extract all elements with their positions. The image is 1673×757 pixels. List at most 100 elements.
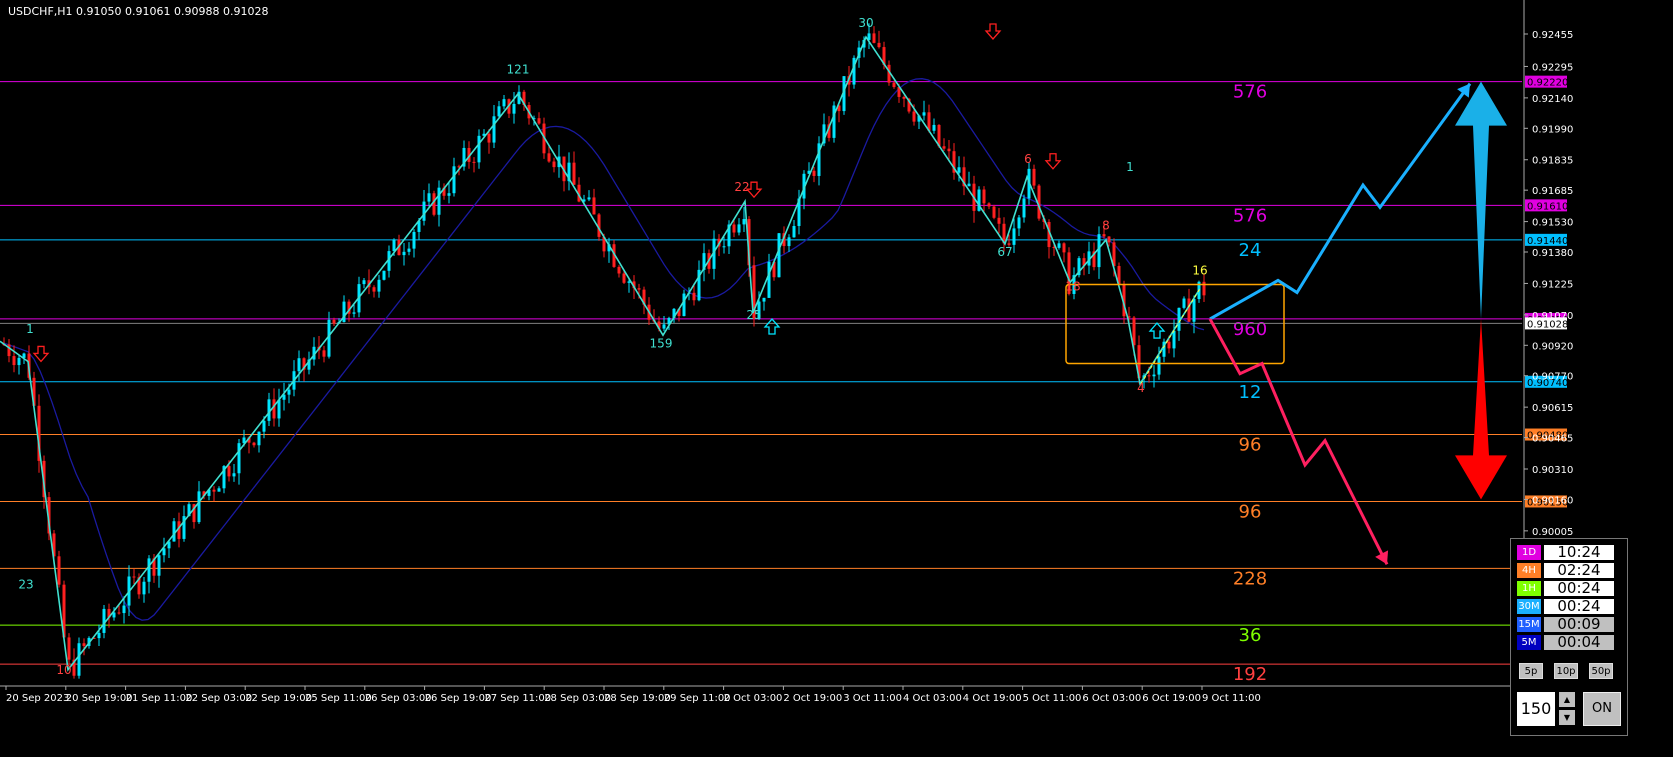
- spin-down-button[interactable]: ▼: [1559, 710, 1575, 725]
- candle-body: [1057, 243, 1061, 248]
- level-count-label: 96: [1239, 435, 1262, 456]
- candle-body: [262, 420, 266, 432]
- candle-body: [82, 643, 86, 646]
- candle-body: [1017, 217, 1021, 229]
- candle-body: [622, 273, 626, 283]
- candle-body: [77, 643, 81, 676]
- candle-body: [872, 33, 876, 43]
- price-tick-label: 0.92455: [1532, 30, 1573, 41]
- candle-body: [1062, 243, 1066, 253]
- candle-body: [1157, 356, 1161, 375]
- level-count-label: 96: [1239, 501, 1262, 522]
- candle-body: [272, 399, 276, 419]
- price-tick-label: 0.91225: [1532, 279, 1573, 290]
- time-tick-label: 26 Sep 03:00: [365, 693, 432, 704]
- candle-body: [437, 187, 441, 215]
- timer-row-4h: 4H 02:24: [1517, 562, 1614, 579]
- quantity-input[interactable]: 150: [1517, 692, 1555, 726]
- timer-row-5m: 5M 00:04: [1517, 634, 1614, 651]
- candle-body: [942, 146, 946, 149]
- candle-body: [352, 312, 356, 314]
- candle-body: [777, 233, 781, 278]
- candle-body: [172, 521, 176, 542]
- level-count-label: 576: [1233, 205, 1267, 226]
- price-tick-label: 0.90770: [1532, 372, 1573, 383]
- price-tick-label: 0.90920: [1532, 341, 1573, 352]
- candle-body: [982, 189, 986, 204]
- candle-body: [452, 166, 456, 194]
- time-tick-label: 29 Sep 11:00: [664, 693, 731, 704]
- timer-row-1d: 1D 10:24: [1517, 544, 1614, 561]
- price-tick-label: 0.90465: [1532, 434, 1573, 445]
- candle-body: [157, 555, 161, 576]
- timer-value-5m: 00:04: [1544, 635, 1614, 650]
- candle-body: [57, 556, 61, 585]
- time-tick-label: 25 Sep 11:00: [305, 693, 372, 704]
- spin-up-button[interactable]: ▲: [1559, 692, 1575, 707]
- candle-body: [537, 118, 541, 124]
- candle-body: [832, 105, 836, 138]
- price-tick-label: 0.90310: [1532, 465, 1573, 476]
- time-tick-label: 6 Oct 19:00: [1142, 693, 1201, 704]
- candle-body: [97, 632, 101, 639]
- candle-body: [722, 246, 726, 248]
- wave-label: 121: [507, 63, 530, 77]
- time-tick-label: 9 Oct 11:00: [1202, 693, 1261, 704]
- timeframe-badge-1h: 1H: [1517, 581, 1541, 596]
- candle-body: [737, 224, 741, 233]
- candle-body: [297, 358, 301, 372]
- candle-body: [1172, 330, 1176, 349]
- candle-body: [552, 161, 556, 168]
- price-tick-label: 0.91835: [1532, 156, 1573, 167]
- candle-body: [497, 106, 501, 117]
- candle-body: [362, 280, 366, 285]
- candle-body: [257, 431, 261, 446]
- price-tick-label: 0.92295: [1532, 62, 1573, 73]
- timeframe-badge-30m: 30M: [1517, 599, 1541, 614]
- wave-label: 6: [1024, 152, 1032, 166]
- candle-body: [732, 224, 736, 233]
- candle-body: [1152, 374, 1156, 377]
- level-count-label: 24: [1239, 240, 1262, 261]
- candle-body: [1147, 375, 1151, 377]
- candle-body: [1097, 234, 1101, 268]
- candle-body: [287, 389, 291, 395]
- candle-body: [1187, 298, 1191, 322]
- step-50p-button[interactable]: 50p: [1589, 663, 1613, 679]
- level-count-label: 36: [1239, 625, 1262, 646]
- candle-body: [547, 153, 551, 162]
- candle-body: [692, 292, 696, 301]
- wave-label: 23: [18, 578, 33, 592]
- step-5p-button[interactable]: 5p: [1519, 663, 1543, 679]
- time-tick-label: 20 Sep 2023: [6, 693, 69, 704]
- candle-body: [432, 193, 436, 215]
- candle-body: [252, 442, 256, 446]
- step-10p-button[interactable]: 10p: [1554, 663, 1578, 679]
- candle-body: [792, 225, 796, 238]
- chart-background: [0, 0, 1673, 757]
- candle-body: [912, 111, 916, 122]
- candle-body: [1102, 234, 1106, 237]
- candle-body: [767, 261, 771, 298]
- candle-body: [762, 297, 766, 302]
- candle-body: [117, 612, 121, 614]
- candle-body: [1192, 299, 1196, 322]
- wave-label: 18: [1065, 280, 1080, 294]
- time-tick-label: 2 Oct 03:00: [724, 693, 783, 704]
- candle-body: [512, 103, 516, 114]
- candle-body: [997, 217, 1001, 224]
- wave-label: 159: [650, 336, 673, 350]
- candle-body: [502, 99, 506, 107]
- candle-body: [422, 201, 426, 221]
- candle-body: [1132, 317, 1136, 346]
- candle-body: [322, 350, 326, 357]
- timer-value-30m: 00:24: [1544, 599, 1614, 614]
- price-chart[interactable]: 0.922205760.916105760.91440240.910509600…: [0, 0, 1673, 757]
- timer-row-1h: 1H 00:24: [1517, 580, 1614, 597]
- candle-body: [902, 96, 906, 99]
- timer-value-1h: 00:24: [1544, 581, 1614, 596]
- candle-body: [102, 608, 106, 633]
- on-toggle-button[interactable]: ON: [1583, 692, 1621, 726]
- time-tick-label: 6 Oct 03:00: [1082, 693, 1141, 704]
- candle-body: [967, 183, 971, 187]
